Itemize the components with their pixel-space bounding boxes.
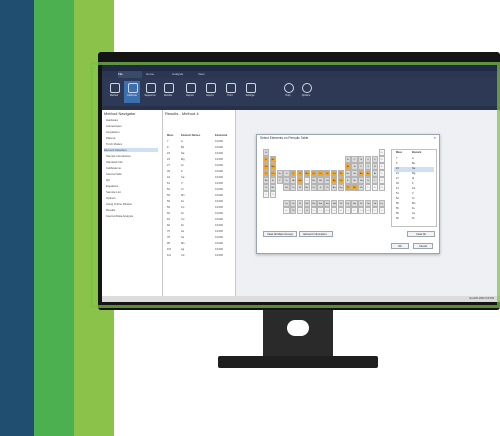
monitor-base: [218, 356, 378, 368]
neck-cutout: [287, 320, 309, 336]
stripe-navy: [0, 0, 34, 436]
stripe-green: [34, 0, 74, 436]
green-frame-overlay: [90, 62, 500, 308]
